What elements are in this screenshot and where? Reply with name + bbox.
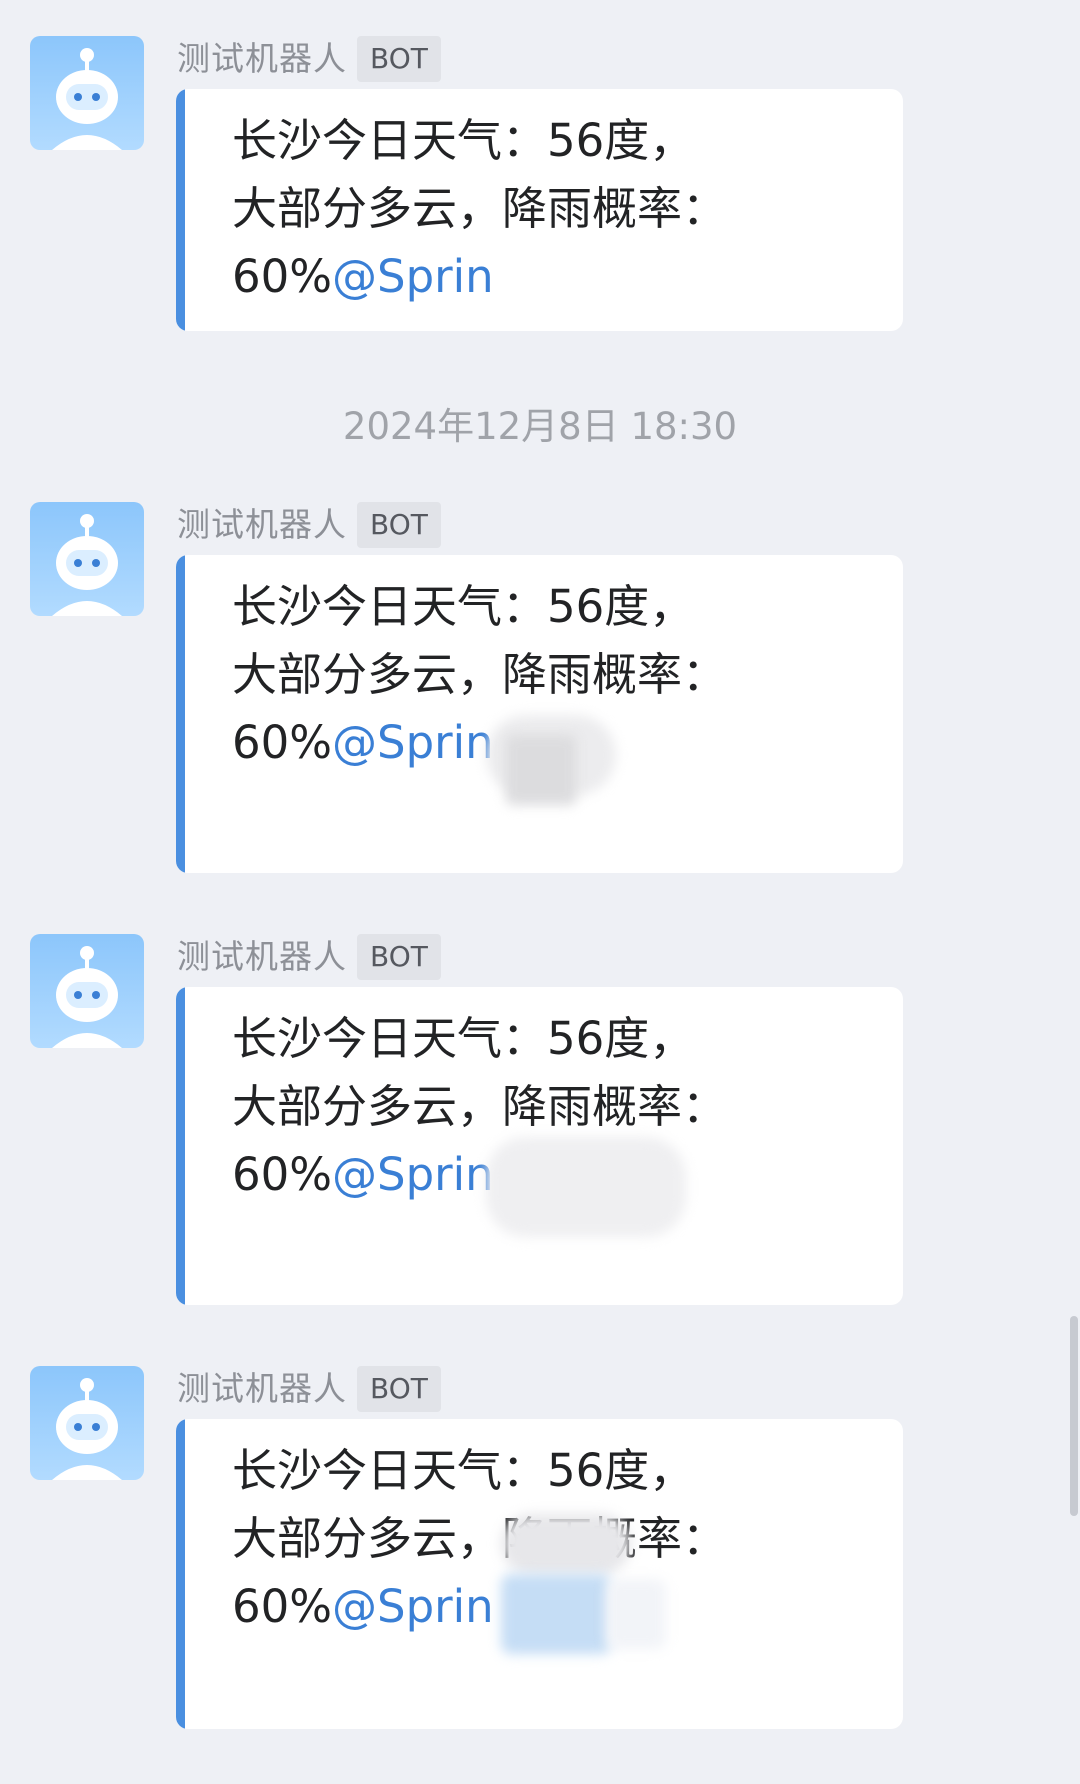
mention-link[interactable]: @Sprin — [332, 1580, 494, 1633]
redaction-blur — [501, 1574, 611, 1654]
message-bubble[interactable]: 长沙今日天气：56度， 大部分多云，降雨概率： 60%@Sprin — [176, 89, 903, 331]
scrollbar[interactable] — [1070, 1316, 1078, 1516]
robot-avatar-icon[interactable] — [30, 1366, 144, 1480]
message-line: 长沙今日天气：56度， — [232, 114, 695, 167]
message-line: 大部分多云，降雨概率： — [232, 648, 728, 701]
bubble-accent-bar — [176, 1419, 185, 1729]
mention-link[interactable]: @Sprin — [332, 250, 494, 303]
redaction-blur — [501, 1514, 631, 1574]
robot-avatar-icon[interactable] — [30, 36, 144, 150]
message-line: 大部分多云，降雨概率： — [232, 182, 728, 235]
sender-name: 测试机器人 — [177, 39, 347, 78]
bubble-accent-bar — [176, 987, 185, 1305]
message-line-prefix: 60% — [232, 716, 333, 769]
bot-badge: BOT — [357, 36, 441, 82]
message-line: 大部分多云，降雨概率： — [232, 1080, 728, 1133]
mention-link[interactable]: @Sprin — [332, 716, 494, 769]
sender-name: 测试机器人 — [177, 505, 347, 544]
sender-name: 测试机器人 — [177, 937, 347, 976]
message-line: 长沙今日天气：56度， — [232, 1012, 695, 1065]
bot-badge: BOT — [357, 934, 441, 980]
message-bubble[interactable]: 长沙今日天气：56度， 大部分多云，降雨概率： 60%@Sprin — [176, 987, 903, 1305]
robot-avatar-icon[interactable] — [30, 934, 144, 1048]
message-text: 长沙今日天气：56度， 大部分多云，降雨概率： 60%@Sprin — [232, 107, 872, 311]
message-bubble[interactable]: 长沙今日天气：56度， 大部分多云，降雨概率： 60%@Sprin — [176, 1419, 903, 1729]
message-line-prefix: 60% — [232, 1580, 333, 1633]
timestamp-divider: 2024年12月8日 18:30 — [342, 405, 738, 448]
message-line-prefix: 60% — [232, 250, 333, 303]
bot-badge: BOT — [357, 502, 441, 548]
sender-name: 测试机器人 — [177, 1369, 347, 1408]
message-line: 长沙今日天气：56度， — [232, 580, 695, 633]
message-line-prefix: 60% — [232, 1148, 333, 1201]
robot-avatar-icon[interactable] — [30, 502, 144, 616]
message-line: 长沙今日天气：56度， — [232, 1444, 695, 1497]
mention-link[interactable]: @Sprin — [332, 1148, 494, 1201]
bot-badge: BOT — [357, 1366, 441, 1412]
sender-row: 测试机器人 BOT — [177, 1366, 441, 1412]
sender-row: 测试机器人 BOT — [177, 36, 441, 82]
sender-row: 测试机器人 BOT — [177, 934, 441, 980]
redaction-blur — [506, 735, 576, 805]
sender-row: 测试机器人 BOT — [177, 502, 441, 548]
redaction-blur — [606, 1579, 666, 1649]
bubble-accent-bar — [176, 555, 185, 873]
message-line: 60%@Sprin — [232, 243, 872, 311]
redaction-blur — [486, 1137, 686, 1237]
message-bubble[interactable]: 长沙今日天气：56度， 大部分多云，降雨概率： 60%@Sprin — [176, 555, 903, 873]
bubble-accent-bar — [176, 89, 185, 331]
